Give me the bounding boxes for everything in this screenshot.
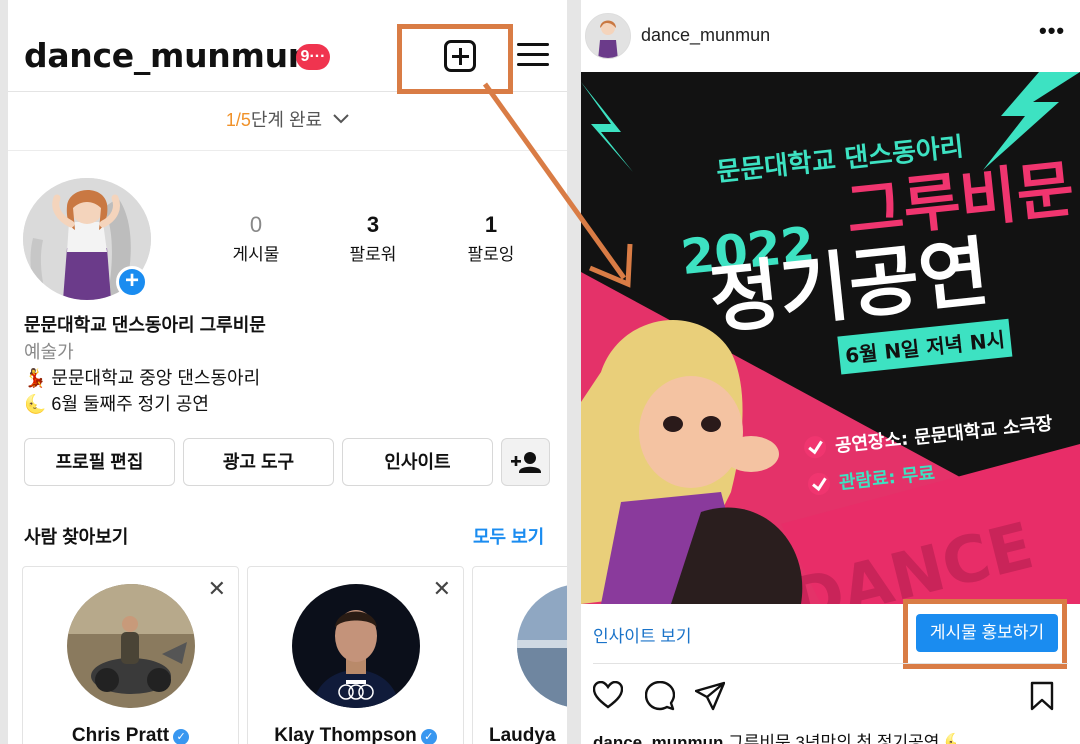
see-all-link[interactable]: 모두 보기 — [473, 523, 544, 549]
discover-people-title: 사람 찾아보기 — [24, 527, 129, 547]
add-story-icon[interactable]: + — [116, 266, 148, 298]
stat-value: 0 — [249, 212, 263, 237]
stat-posts[interactable]: 0 게시물 — [206, 212, 306, 265]
post-avatar[interactable] — [585, 13, 631, 59]
post-caption: dance_munmun 그루비문 3년만의 첫 정기공연 🌜 — [593, 728, 965, 744]
caption-username[interactable]: dance_munmun — [593, 733, 723, 744]
stat-value: 1 — [484, 212, 498, 237]
bio-line-1: 💃 문문대학교 중앙 댄스동아리 — [24, 368, 261, 388]
progress-text: 단계 완료 — [250, 110, 323, 130]
like-heart-icon[interactable] — [593, 681, 623, 709]
suggestion-avatar[interactable] — [517, 584, 567, 708]
highlight-box-create — [397, 24, 513, 94]
progress-step: 1/5 — [225, 110, 251, 130]
profile-panel: dance_munmun 9··· 1/5단계 완료 + 0 게시물 3 팔로워… — [8, 0, 567, 744]
post-panel: dance_munmun ••• DANCE 문문대학교 댄스동아리 2022 … — [581, 0, 1080, 744]
close-icon[interactable]: ✕ — [208, 576, 226, 602]
share-send-icon[interactable] — [695, 681, 725, 711]
bio-line-2: 🌜 6월 둘째주 정기 공연 — [24, 394, 209, 414]
post-image[interactable]: DANCE 문문대학교 댄스동아리 2022 그루비문 정기공연 6월 N일 저… — [581, 72, 1080, 604]
stat-following[interactable]: 1 팔로잉 — [441, 212, 541, 265]
profile-username[interactable]: dance_munmun — [24, 36, 311, 75]
stat-label: 팔로워 — [349, 245, 397, 264]
bio-category: 예술가 — [24, 342, 74, 362]
verified-badge-icon: ✓ — [173, 729, 190, 744]
bookmark-icon[interactable] — [1030, 681, 1054, 711]
close-icon[interactable]: ✕ — [433, 576, 451, 602]
suggestion-card[interactable]: ✕ Klay Thompson ✓ — [247, 566, 464, 744]
profile-header: dance_munmun 9··· — [8, 0, 567, 94]
post-username[interactable]: dance_munmun — [641, 25, 770, 46]
suggestion-name[interactable]: Klay Thompson — [274, 725, 417, 744]
discover-people-button[interactable] — [501, 438, 550, 486]
comment-icon[interactable] — [645, 681, 675, 711]
add-person-icon — [511, 452, 541, 473]
edit-profile-button[interactable]: 프로필 편집 — [24, 438, 175, 486]
view-insights-link[interactable]: 인사이트 보기 — [593, 622, 692, 647]
stat-label: 팔로잉 — [467, 245, 515, 264]
notification-badge[interactable]: 9··· — [296, 44, 330, 70]
suggestion-name[interactable]: Chris Pratt — [72, 725, 169, 744]
stat-followers[interactable]: 3 팔로워 — [323, 212, 423, 265]
verified-badge-icon: ✓ — [420, 729, 437, 744]
chevron-down-icon — [333, 114, 349, 124]
suggestion-avatar[interactable] — [292, 584, 420, 708]
highlight-box-promote — [903, 599, 1067, 669]
onboarding-progress[interactable]: 1/5단계 완료 — [8, 93, 567, 151]
suggestion-name[interactable]: Laudya — [489, 725, 556, 744]
stat-value: 3 — [366, 212, 380, 237]
suggestion-avatar[interactable] — [67, 584, 195, 708]
divider — [593, 663, 1068, 664]
caption-text: 그루비문 3년만의 첫 정기공연 🌜 — [723, 733, 966, 744]
suggestion-card[interactable]: ✕ Chris Pratt ✓ — [22, 566, 239, 744]
stat-label: 게시물 — [232, 245, 280, 264]
ad-tools-button[interactable]: 광고 도구 — [183, 438, 334, 486]
more-options-icon[interactable]: ••• — [1039, 18, 1065, 44]
suggestion-card[interactable]: Laudya — [472, 566, 567, 744]
bio-name: 문문대학교 댄스동아리 그루비문 — [24, 315, 266, 335]
hamburger-menu-icon[interactable] — [517, 42, 549, 68]
insights-button[interactable]: 인사이트 — [342, 438, 493, 486]
